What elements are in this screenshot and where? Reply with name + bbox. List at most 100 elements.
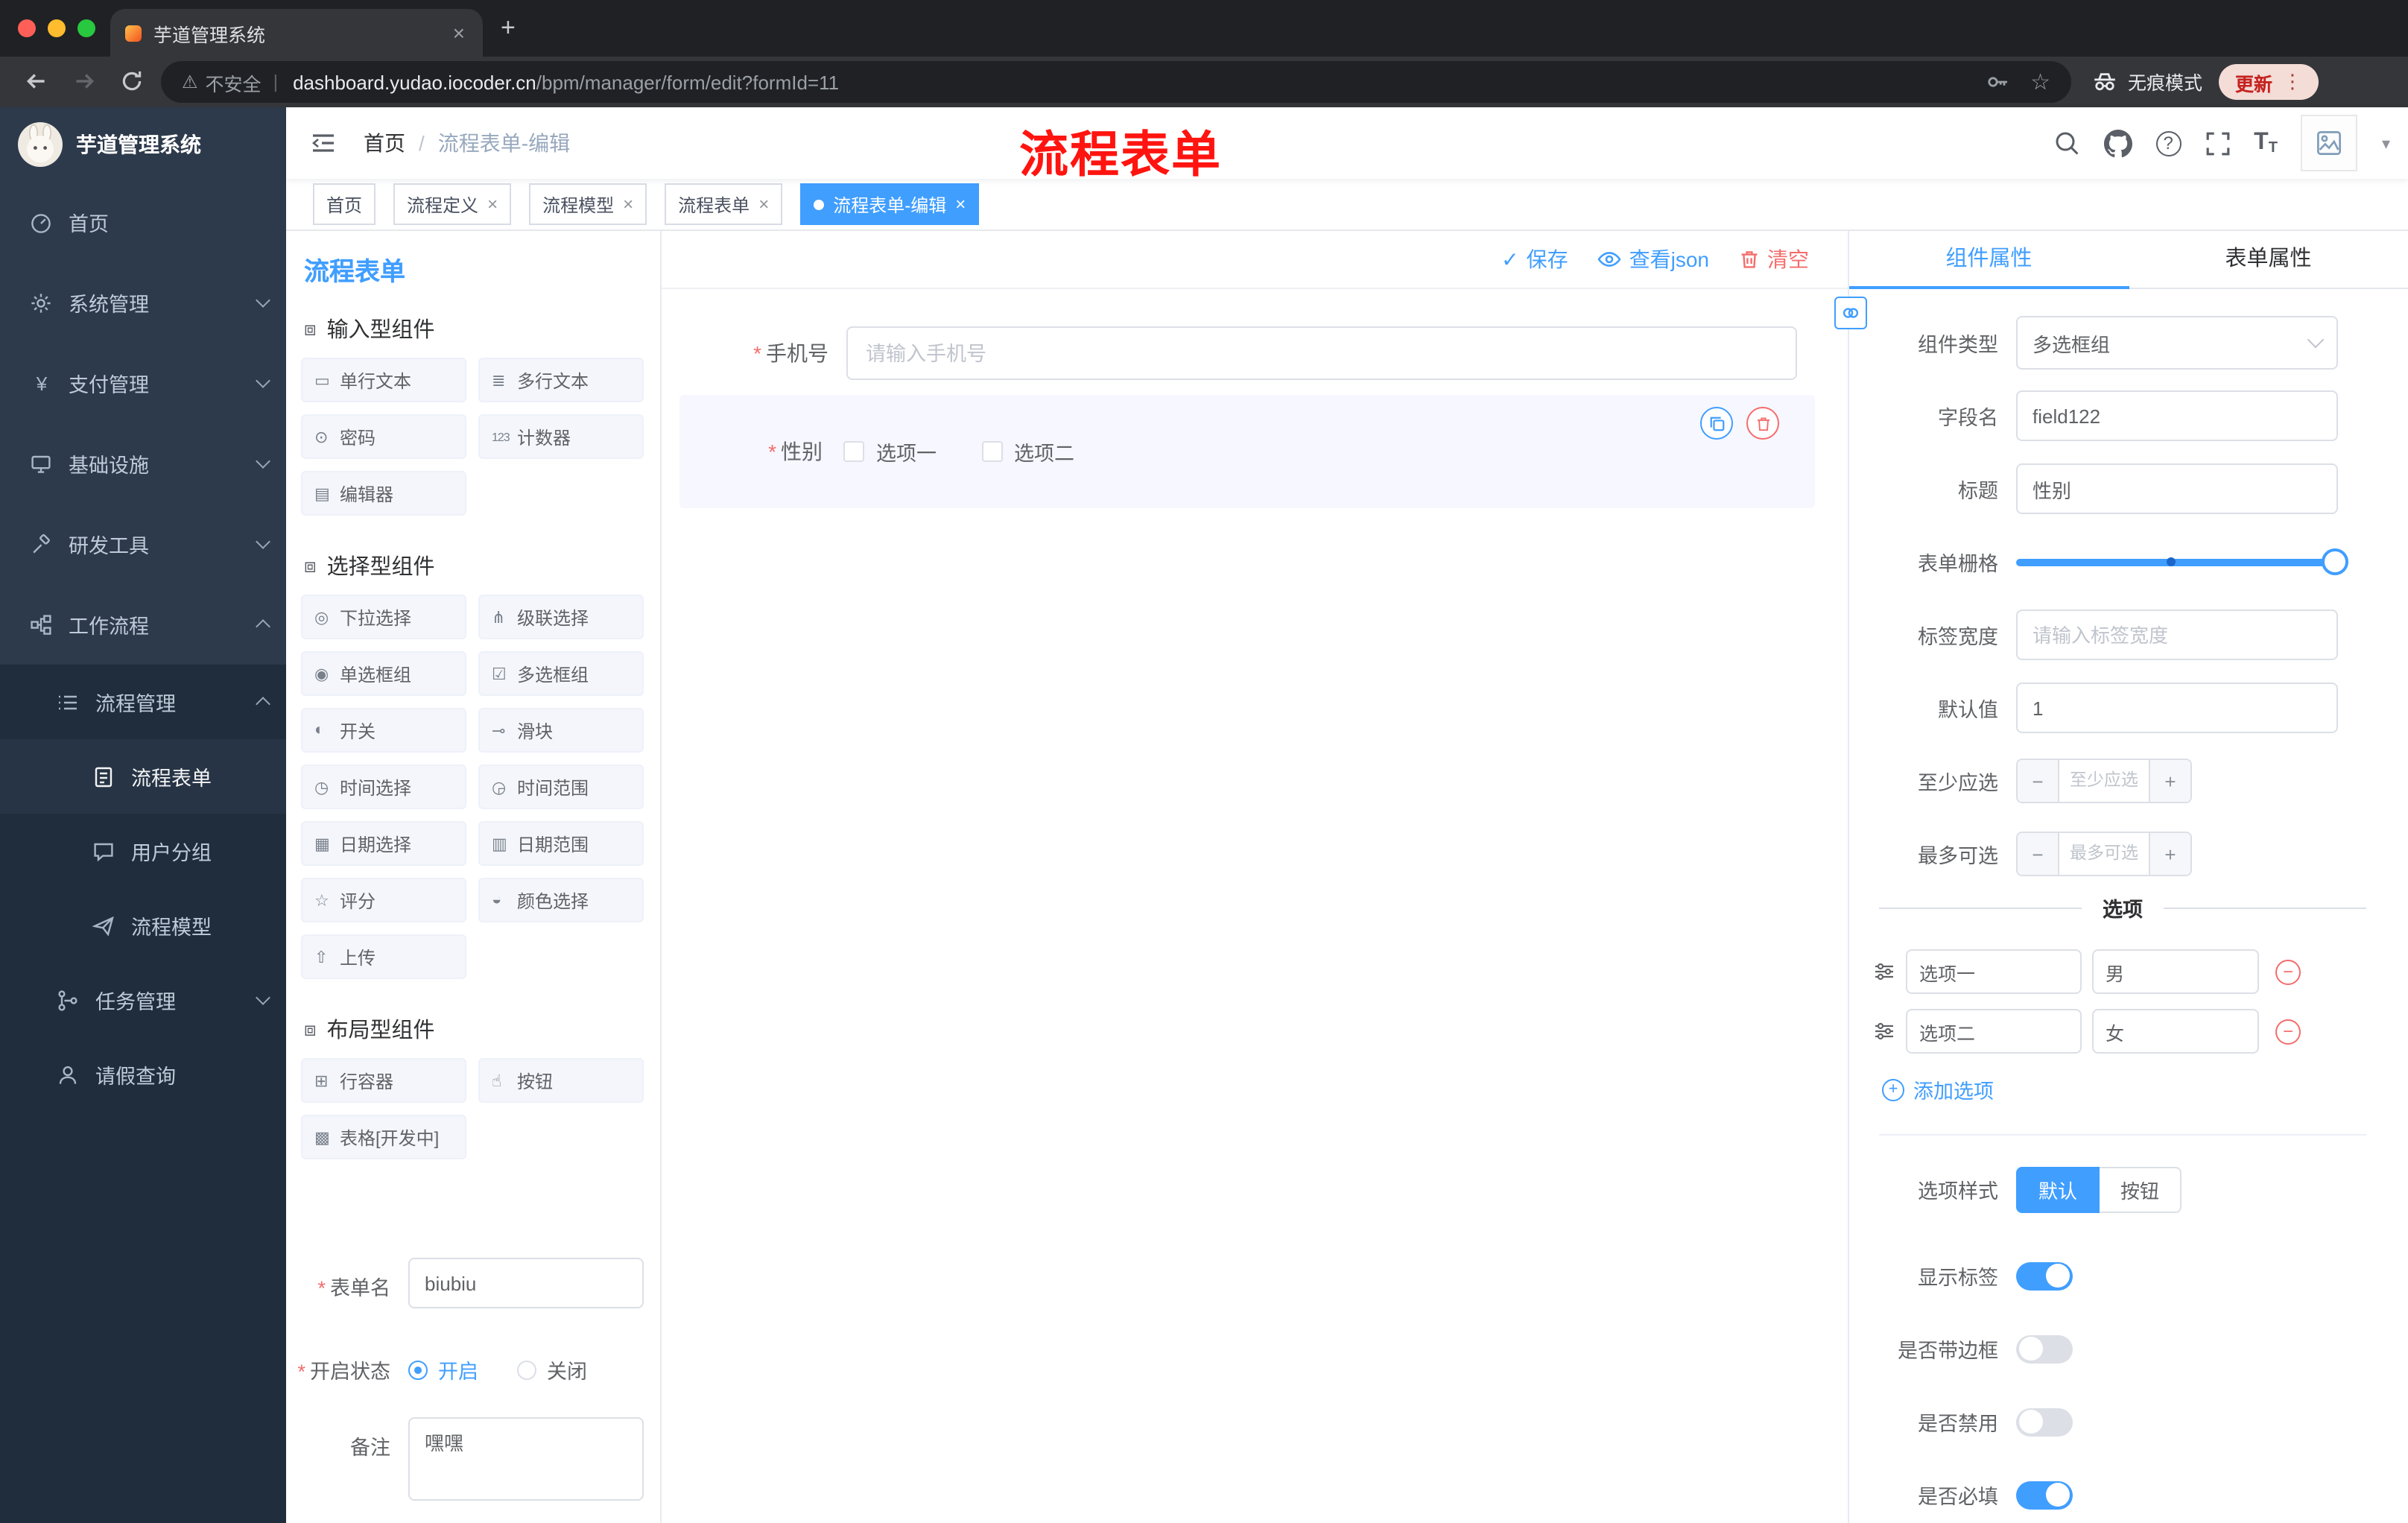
search-icon[interactable] [2053, 130, 2079, 156]
sidebar-item-system[interactable]: 系统管理 [0, 262, 286, 343]
sidebar-item-task-management[interactable]: 任务管理 [0, 963, 286, 1037]
increase-button[interactable]: + [2150, 760, 2190, 802]
option-value-input[interactable] [2092, 1009, 2259, 1054]
sidebar-item-workflow[interactable]: 工作流程 [0, 584, 286, 665]
gender-option-2[interactable]: 选项二 [981, 437, 1074, 466]
status-on-radio[interactable]: 开启 [408, 1355, 478, 1384]
option-label-input[interactable] [1906, 1009, 2082, 1054]
style-button-button[interactable]: 按钮 [2100, 1166, 2182, 1212]
show-label-toggle[interactable] [2016, 1261, 2073, 1290]
tag-process-form[interactable]: 流程表单 × [665, 183, 783, 225]
tag-process-form-edit[interactable]: 流程表单-编辑 × [800, 183, 980, 225]
palette-item-cascader[interactable]: ⋔ 级联选择 [478, 595, 644, 639]
password-key-icon[interactable] [1986, 72, 2009, 92]
tab-component-props[interactable]: 组件属性 [1849, 231, 2129, 289]
palette-item-button[interactable]: ☝ 按钮 [478, 1058, 644, 1103]
remove-option-button[interactable]: − [2275, 1019, 2301, 1044]
window-zoom-button[interactable] [77, 19, 95, 37]
default-value-input[interactable] [2016, 683, 2338, 733]
tag-process-model[interactable]: 流程模型 × [529, 183, 647, 225]
component-type-select[interactable]: 多选框组 [2016, 316, 2338, 370]
sidebar-collapse-icon[interactable] [310, 131, 337, 155]
window-close-button[interactable] [18, 19, 36, 37]
delete-component-button[interactable] [1746, 407, 1779, 440]
remove-option-button[interactable]: − [2275, 959, 2301, 984]
copy-component-button[interactable] [1700, 407, 1733, 440]
checkbox-icon[interactable] [981, 441, 1002, 462]
tab-form-props[interactable]: 表单属性 [2129, 231, 2408, 288]
slider-handle[interactable] [2322, 548, 2348, 575]
palette-item-password[interactable]: ⊙ 密码 [301, 414, 466, 459]
new-tab-button[interactable]: + [501, 12, 516, 45]
palette-item-date-range[interactable]: ▥ 日期范围 [478, 821, 644, 866]
palette-item-multi-text[interactable]: ≣ 多行文本 [478, 358, 644, 402]
palette-item-rate[interactable]: ☆ 评分 [301, 878, 466, 922]
tag-close-icon[interactable]: × [758, 194, 769, 215]
tab-close-icon[interactable]: × [450, 21, 468, 45]
style-default-button[interactable]: 默认 [2016, 1166, 2100, 1212]
sidebar-item-infrastructure[interactable]: 基础设施 [0, 423, 286, 504]
sidebar-item-leave-query[interactable]: 请假查询 [0, 1037, 286, 1112]
avatar-dropdown-caret-icon[interactable]: ▾ [2382, 133, 2390, 153]
browser-tab[interactable]: 芋道管理系统 × [110, 9, 483, 57]
border-toggle[interactable] [2016, 1334, 2073, 1363]
palette-item-color-picker[interactable]: ◒ 颜色选择 [478, 878, 644, 922]
palette-item-table[interactable]: ▩ 表格[开发中] [301, 1115, 466, 1159]
breadcrumb-home[interactable]: 首页 [364, 128, 405, 158]
palette-item-row-container[interactable]: ⊞ 行容器 [301, 1058, 466, 1103]
form-remark-textarea[interactable]: 嘿嘿 [408, 1417, 644, 1501]
view-json-button[interactable]: 查看json [1598, 244, 1709, 274]
form-name-input[interactable] [408, 1258, 644, 1308]
title-input[interactable] [2016, 463, 2338, 514]
sidebar-item-payment[interactable]: ¥ 支付管理 [0, 343, 286, 423]
tag-home[interactable]: 首页 [313, 183, 376, 225]
disabled-toggle[interactable] [2016, 1408, 2073, 1436]
clear-button[interactable]: 清空 [1739, 244, 1809, 274]
max-select-input[interactable] [2058, 833, 2150, 875]
increase-button[interactable]: + [2150, 833, 2190, 875]
slider-track[interactable] [2016, 548, 2348, 575]
option-label-input[interactable] [1906, 949, 2082, 994]
gender-option-1[interactable]: 选项一 [843, 437, 937, 466]
min-select-input[interactable] [2058, 760, 2150, 802]
phone-input[interactable] [846, 326, 1797, 380]
url-bar[interactable]: ⚠ 不安全 | dashboard.yudao.iocoder.cn/bpm/m… [161, 61, 2071, 103]
palette-item-time-picker[interactable]: ◷ 时间选择 [301, 764, 466, 809]
font-size-icon[interactable]: TT [2254, 130, 2278, 156]
security-label[interactable]: 不安全 [206, 68, 262, 96]
add-option-button[interactable]: + 添加选项 [1882, 1074, 2408, 1104]
sidebar-item-devtools[interactable]: 研发工具 [0, 504, 286, 584]
fullscreen-icon[interactable] [2205, 130, 2230, 156]
label-width-input[interactable] [2016, 609, 2338, 660]
tag-close-icon[interactable]: × [623, 194, 633, 215]
palette-item-time-range[interactable]: ◶ 时间范围 [478, 764, 644, 809]
palette-item-editor[interactable]: ▤ 编辑器 [301, 471, 466, 516]
tag-process-definition[interactable]: 流程定义 × [393, 183, 512, 225]
palette-item-upload[interactable]: ⇧ 上传 [301, 934, 466, 979]
panel-link-handle[interactable] [1834, 297, 1867, 329]
avatar[interactable] [2301, 115, 2358, 171]
sidebar-item-process-model[interactable]: 流程模型 [0, 888, 286, 963]
canvas-field-gender-selected[interactable]: * 性别 选项一 选项二 [679, 395, 1815, 508]
palette-item-date-picker[interactable]: ▦ 日期选择 [301, 821, 466, 866]
form-grid-slider[interactable] [2016, 536, 2348, 587]
github-icon[interactable] [2103, 129, 2132, 157]
drag-handle-icon[interactable] [1873, 1021, 1895, 1042]
field-name-input[interactable] [2016, 390, 2338, 441]
save-button[interactable]: ✓ 保存 [1501, 244, 1568, 274]
status-off-radio[interactable]: 关闭 [517, 1355, 587, 1384]
required-toggle[interactable] [2016, 1481, 2073, 1509]
drag-handle-icon[interactable] [1873, 961, 1895, 982]
sidebar-item-user-group[interactable]: 用户分组 [0, 814, 286, 888]
window-minimize-button[interactable] [48, 19, 66, 37]
sidebar-item-home[interactable]: 首页 [0, 182, 286, 262]
canvas-field-phone[interactable]: * 手机号 [662, 326, 1848, 380]
help-icon[interactable]: ? [2155, 130, 2182, 156]
palette-item-single-text[interactable]: ▭ 单行文本 [301, 358, 466, 402]
decrease-button[interactable]: − [2018, 760, 2058, 802]
tag-close-icon[interactable]: × [955, 194, 966, 215]
bookmark-star-icon[interactable]: ☆ [2030, 69, 2050, 95]
palette-item-checkbox-group[interactable]: ☑ 多选框组 [478, 651, 644, 696]
decrease-button[interactable]: − [2018, 833, 2058, 875]
back-icon[interactable] [24, 69, 49, 94]
